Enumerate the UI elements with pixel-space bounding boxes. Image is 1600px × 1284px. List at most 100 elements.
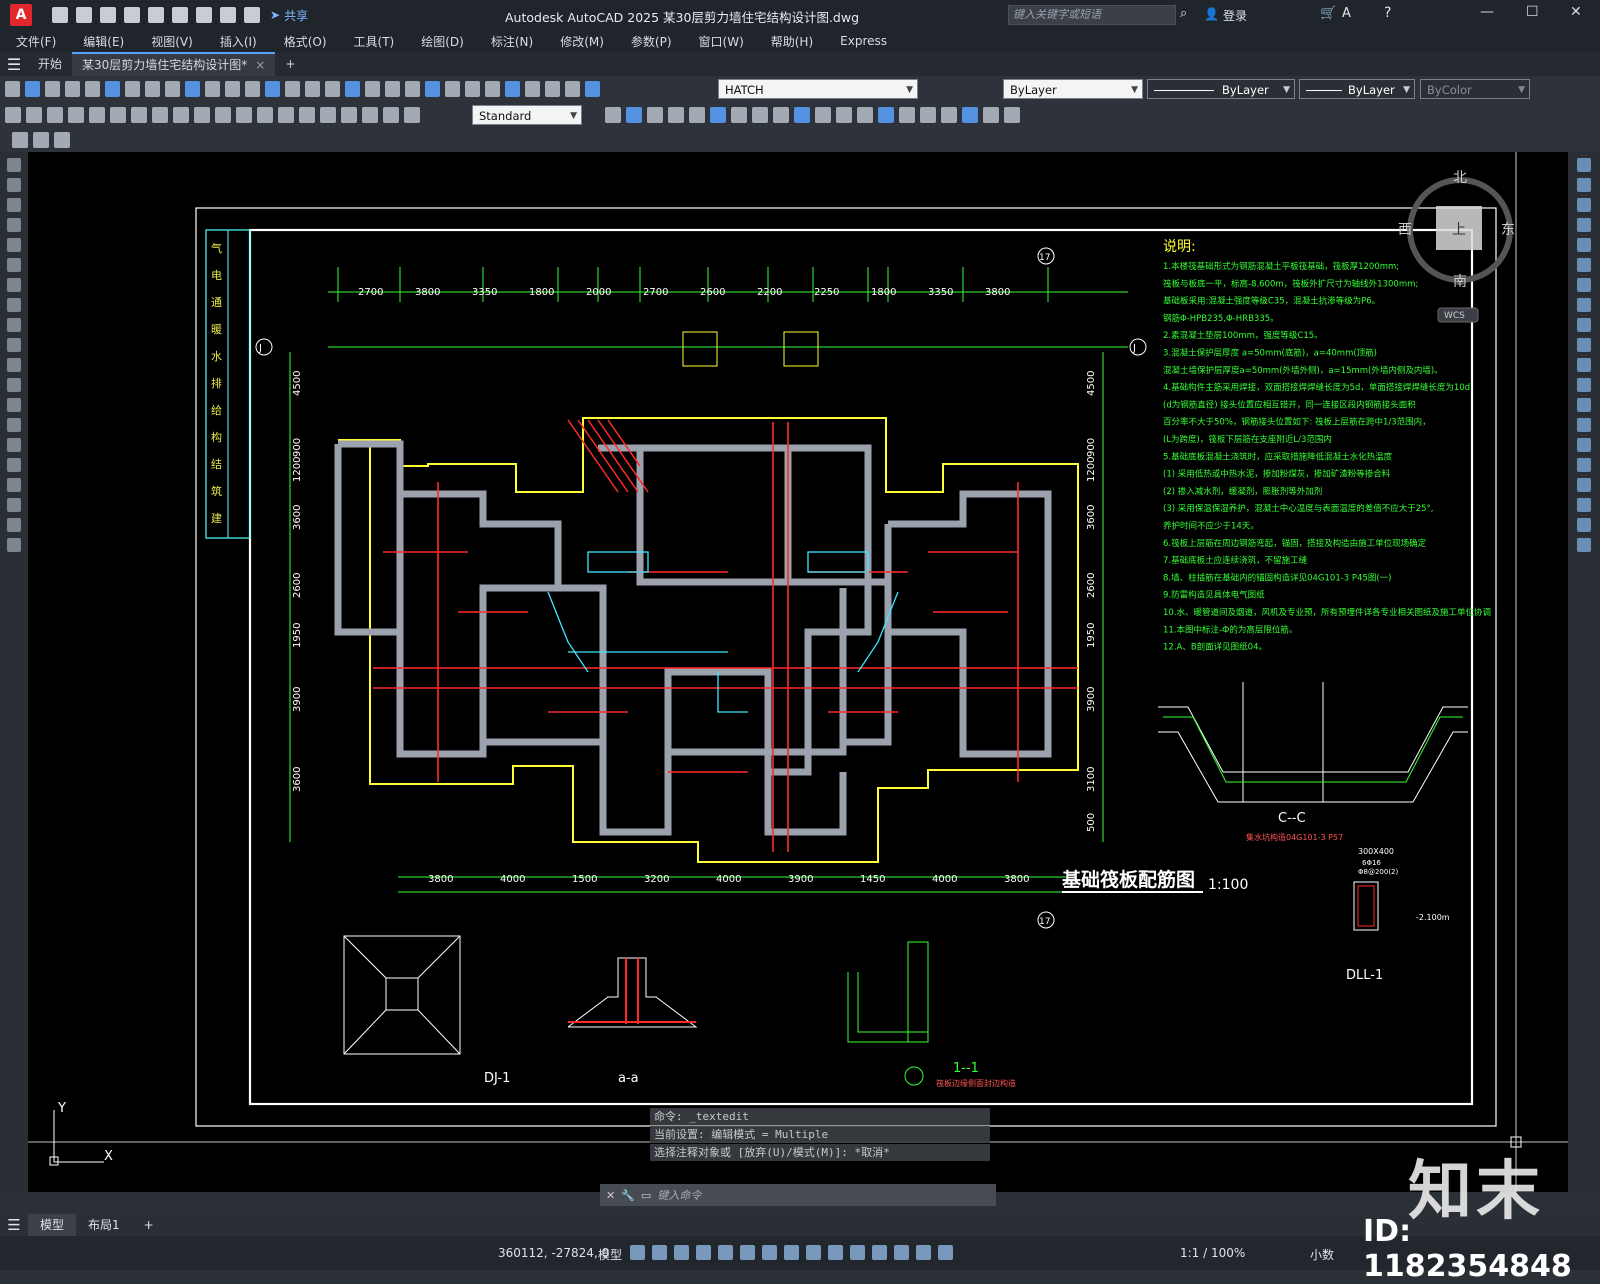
units-select[interactable]: 小数: [1310, 1246, 1334, 1263]
side-tool-icon[interactable]: [7, 238, 21, 252]
toolbar-tool-icon[interactable]: [710, 107, 726, 123]
toolbar-tool-icon[interactable]: [26, 107, 42, 123]
tab-start[interactable]: 开始: [28, 52, 72, 76]
toolbar-tool-icon[interactable]: [68, 107, 84, 123]
side-tool-icon[interactable]: [1577, 518, 1591, 532]
side-tool-icon[interactable]: [7, 518, 21, 532]
side-tool-icon[interactable]: [7, 498, 21, 512]
toolbar-tool-icon[interactable]: [205, 81, 220, 97]
coordinates-readout[interactable]: 360112, -27824, 0: [498, 1246, 609, 1260]
toolbar-tool-icon[interactable]: [285, 81, 300, 97]
osnap-icon[interactable]: [718, 1245, 733, 1260]
side-tool-icon[interactable]: [1577, 338, 1591, 352]
side-tool-icon[interactable]: [7, 258, 21, 272]
web-save-icon[interactable]: [172, 7, 188, 23]
toolbar-tool-icon[interactable]: [25, 81, 40, 97]
auto-scale-icon[interactable]: [938, 1245, 953, 1260]
polar-icon[interactable]: [696, 1245, 711, 1260]
toolbar-tool-icon[interactable]: [794, 107, 810, 123]
toolbar-tool-icon[interactable]: [325, 81, 340, 97]
side-tool-icon[interactable]: [1577, 218, 1591, 232]
gizmo-icon[interactable]: [894, 1245, 909, 1260]
autodesk-a360-icon[interactable]: A: [1342, 6, 1351, 21]
toolbar-tool-icon[interactable]: [345, 81, 360, 97]
toolbar-tool-icon[interactable]: [5, 107, 21, 123]
side-tool-icon[interactable]: [1577, 198, 1591, 212]
lineweight-icon[interactable]: [762, 1245, 777, 1260]
toolbar-tool-icon[interactable]: [899, 107, 915, 123]
menu-hamburger-icon[interactable]: ☰: [0, 55, 28, 74]
toolbar-tool-icon[interactable]: [45, 81, 60, 97]
toolbar-tool-icon[interactable]: [425, 81, 440, 97]
layout-menu-icon[interactable]: ☰: [0, 1216, 28, 1234]
toolbar-tool-icon[interactable]: [85, 81, 100, 97]
annotation-scale[interactable]: 1:1 / 100%: [1180, 1246, 1245, 1260]
toolbar-tool-icon[interactable]: [878, 107, 894, 123]
side-tool-icon[interactable]: [1577, 158, 1591, 172]
menu-item[interactable]: 绘图(D): [405, 33, 475, 50]
toolbar-tool-icon[interactable]: [668, 107, 684, 123]
toolbar-tool-icon[interactable]: [299, 107, 315, 123]
side-tool-icon[interactable]: [1577, 378, 1591, 392]
menu-item[interactable]: 文件(F): [0, 33, 67, 50]
side-tool-icon[interactable]: [1577, 298, 1591, 312]
grid-icon[interactable]: [630, 1245, 645, 1260]
side-tool-icon[interactable]: [7, 318, 21, 332]
menu-item[interactable]: 格式(O): [268, 33, 338, 50]
plot-icon[interactable]: [196, 7, 212, 23]
toolbar-tool-icon[interactable]: [565, 81, 580, 97]
toolbar-tool-icon[interactable]: [525, 81, 540, 97]
layer-color-select[interactable]: ByLayer ▼: [1003, 79, 1143, 99]
annotation-visibility-icon[interactable]: [916, 1245, 931, 1260]
side-tool-icon[interactable]: [7, 278, 21, 292]
toolbar-tool-icon[interactable]: [752, 107, 768, 123]
toolbar-tool-icon[interactable]: [626, 107, 642, 123]
menu-item[interactable]: 工具(T): [338, 33, 406, 50]
transparency-icon[interactable]: [784, 1245, 799, 1260]
menu-item[interactable]: 视图(V): [135, 33, 204, 50]
toolbar-tool-icon[interactable]: [215, 107, 231, 123]
toolbar-tool-icon[interactable]: [1004, 107, 1020, 123]
toolbar-tool-icon[interactable]: [941, 107, 957, 123]
snap-icon[interactable]: [652, 1245, 667, 1260]
selection-filter-icon[interactable]: [872, 1245, 887, 1260]
toolbar-tool-icon[interactable]: [731, 107, 747, 123]
toolbar-tool-icon[interactable]: [836, 107, 852, 123]
close-window-button[interactable]: ✕: [1570, 4, 1582, 20]
close-tab-icon[interactable]: ×: [255, 58, 265, 72]
text-style-select[interactable]: Standard ▼: [472, 105, 582, 125]
toolbar-tool-icon[interactable]: [689, 107, 705, 123]
toolbar-tool-icon[interactable]: [773, 107, 789, 123]
menu-item[interactable]: 帮助(H): [755, 33, 824, 50]
menu-item[interactable]: 标注(N): [475, 33, 544, 50]
toolbar-tool-icon[interactable]: [110, 107, 126, 123]
side-tool-icon[interactable]: [1577, 318, 1591, 332]
toolbar-tool-icon[interactable]: [485, 81, 500, 97]
hatch-pattern-select[interactable]: HATCH ▼: [718, 79, 918, 99]
side-tool-icon[interactable]: [7, 298, 21, 312]
toolbar-tool-icon[interactable]: [194, 107, 210, 123]
side-tool-icon[interactable]: [1577, 458, 1591, 472]
close-cmd-icon[interactable]: ✕: [606, 1189, 615, 1202]
tool-c-icon[interactable]: [54, 132, 70, 148]
side-tool-icon[interactable]: [7, 178, 21, 192]
side-tool-icon[interactable]: [7, 218, 21, 232]
saveas-icon[interactable]: [124, 7, 140, 23]
side-tool-icon[interactable]: [7, 338, 21, 352]
toolbar-tool-icon[interactable]: [505, 81, 520, 97]
side-tool-icon[interactable]: [1577, 178, 1591, 192]
add-layout-button[interactable]: +: [132, 1214, 166, 1236]
toolbar-tool-icon[interactable]: [362, 107, 378, 123]
side-tool-icon[interactable]: [1577, 258, 1591, 272]
menu-item[interactable]: 参数(P): [615, 33, 683, 50]
toolbar-tool-icon[interactable]: [236, 107, 252, 123]
toolbar-tool-icon[interactable]: [385, 81, 400, 97]
selection-cycling-icon[interactable]: [806, 1245, 821, 1260]
ortho-icon[interactable]: [674, 1245, 689, 1260]
minimize-button[interactable]: —: [1480, 4, 1494, 20]
toolbar-tool-icon[interactable]: [962, 107, 978, 123]
menu-item[interactable]: 插入(I): [204, 33, 268, 50]
maximize-button[interactable]: ☐: [1526, 4, 1539, 20]
undo-icon[interactable]: [220, 7, 236, 23]
share-button[interactable]: ➤ 共享: [270, 7, 308, 24]
